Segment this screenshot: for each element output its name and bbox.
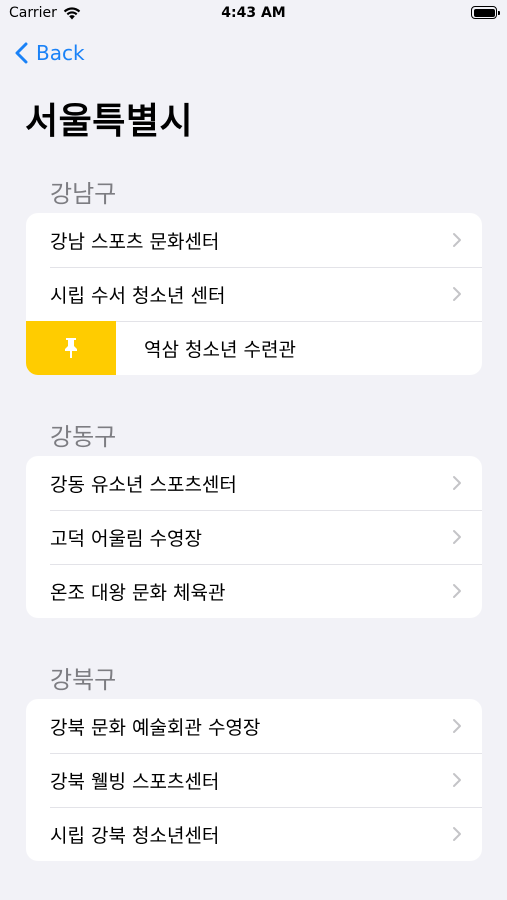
list-item-label: 강동 유소년 스포츠센터 xyxy=(50,473,237,496)
status-time: 4:43 AM xyxy=(221,5,286,21)
list-item[interactable]: 온조 대왕 문화 체육관 xyxy=(26,564,482,618)
list-item-label: 강남 스포츠 문화센터 xyxy=(50,230,220,253)
list-item[interactable]: 강북 웰빙 스포츠센터 xyxy=(26,753,482,807)
chevron-left-icon xyxy=(15,42,28,64)
list-item[interactable]: 시립 강북 청소년센터 xyxy=(26,807,482,861)
chevron-right-icon xyxy=(453,476,461,490)
list-item[interactable]: 시립 수서 청소년 센터 xyxy=(26,267,482,321)
list-item-label: 시립 강북 청소년센터 xyxy=(50,824,220,847)
chevron-right-icon xyxy=(453,773,461,787)
chevron-right-icon xyxy=(453,287,461,301)
back-label: Back xyxy=(36,41,85,65)
section-header-gangbuk: 강북구 xyxy=(50,666,117,694)
section-header-gangdong: 강동구 xyxy=(50,423,117,451)
list-item[interactable]: 강북 문화 예술회관 수영장 xyxy=(26,699,482,753)
chevron-right-icon xyxy=(453,719,461,733)
pin-icon xyxy=(65,338,77,358)
back-button[interactable]: Back xyxy=(15,38,85,68)
pin-button[interactable] xyxy=(26,321,116,375)
chevron-right-icon xyxy=(453,233,461,247)
status-bar: Carrier 4:43 AM xyxy=(0,0,507,28)
list-item-label: 강북 웰빙 스포츠센터 xyxy=(50,770,220,793)
list-item[interactable]: 강동 유소년 스포츠센터 xyxy=(26,456,482,510)
list-group-gangnam: 강남 스포츠 문화센터 시립 수서 청소년 센터 역삼 청소년 수련관 xyxy=(26,213,482,375)
list-group-gangbuk: 강북 문화 예술회관 수영장 강북 웰빙 스포츠센터 시립 강북 청소년센터 xyxy=(26,699,482,861)
list-item-swiped[interactable]: 역삼 청소년 수련관 xyxy=(26,321,482,375)
chevron-right-icon xyxy=(453,584,461,598)
list-item[interactable]: 강남 스포츠 문화센터 xyxy=(26,213,482,267)
page-title: 서울특별시 xyxy=(25,101,194,142)
list-item[interactable]: 고덕 어울림 수영장 xyxy=(26,510,482,564)
list-item-label: 역삼 청소년 수련관 xyxy=(144,338,296,361)
chevron-right-icon xyxy=(453,530,461,544)
list-item-label: 고덕 어울림 수영장 xyxy=(50,527,202,550)
battery-icon xyxy=(471,6,500,19)
list-item-label: 온조 대왕 문화 체육관 xyxy=(50,581,226,604)
chevron-right-icon xyxy=(453,827,461,841)
list-item-label: 시립 수서 청소년 센터 xyxy=(50,284,226,307)
list-item-label: 강북 문화 예술회관 수영장 xyxy=(50,716,261,739)
section-header-gangnam: 강남구 xyxy=(50,180,117,208)
list-group-gangdong: 강동 유소년 스포츠센터 고덕 어울림 수영장 온조 대왕 문화 체육관 xyxy=(26,456,482,618)
